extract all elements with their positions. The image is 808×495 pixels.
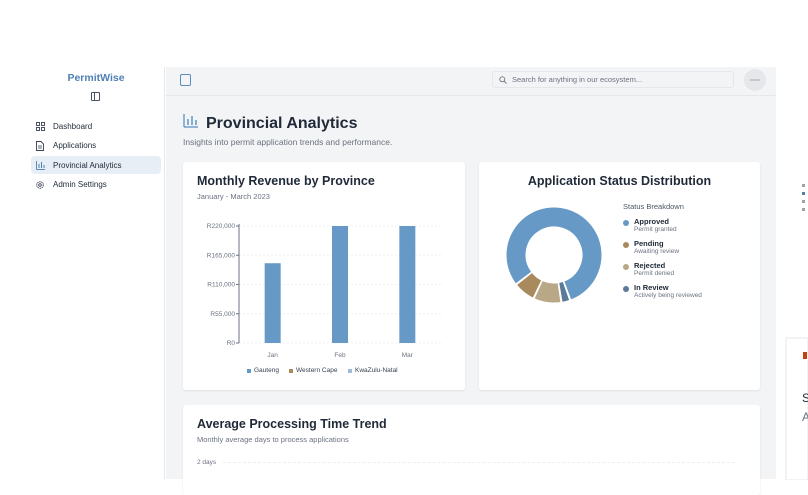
app-window: PermitWise Dashboard Applications Provin… xyxy=(0,67,808,495)
brand-logo[interactable]: PermitWise xyxy=(0,72,192,84)
status-desc: Permit granted xyxy=(634,226,677,233)
svg-text:S: S xyxy=(802,391,808,405)
y-tick-label: R0 xyxy=(227,340,236,347)
legend-swatch xyxy=(348,368,352,373)
status-label: Rejected xyxy=(634,261,666,270)
legend-label: Western Cape xyxy=(296,367,338,374)
sidebar-nav: Dashboard Applications Provincial Analyt… xyxy=(31,117,161,195)
status-dot xyxy=(623,220,629,226)
legend-label: Gauteng xyxy=(254,367,279,374)
bar xyxy=(332,226,348,343)
y-tick-label: R55,000 xyxy=(210,311,235,318)
status-item-pending: Pending Awaiting review xyxy=(623,239,702,255)
status-label: Approved xyxy=(634,217,670,226)
page-heading: Provincial Analytics xyxy=(206,114,358,132)
trend-gridline xyxy=(223,462,735,463)
status-dot xyxy=(623,264,629,270)
y-tick-label: R220,000 xyxy=(207,223,236,230)
offscreen-panel-edge: S A xyxy=(784,160,808,481)
status-breakdown-title: Status Breakdown xyxy=(623,202,684,211)
status-dot xyxy=(623,242,629,248)
status-breakdown: Status Breakdown Approved Permit granted… xyxy=(623,202,702,305)
legend-swatch xyxy=(247,368,251,373)
status-desc: Permit denied xyxy=(634,270,675,277)
gear-icon xyxy=(35,180,45,190)
svg-text:A: A xyxy=(802,410,808,424)
x-tick-label: Jan xyxy=(267,352,278,359)
sidebar-item-label: Provincial Analytics xyxy=(53,160,122,170)
trend-card-title: Average Processing Time Trend xyxy=(197,417,387,431)
search-icon xyxy=(499,71,507,89)
bar-chart-icon xyxy=(183,114,198,133)
sidebar-item-dashboard[interactable]: Dashboard xyxy=(31,117,161,135)
document-icon xyxy=(35,140,45,151)
revenue-card-subtitle: January - March 2023 xyxy=(197,192,270,201)
sidebar-item-label: Dashboard xyxy=(53,121,93,131)
status-card: Application Status Distribution Status B… xyxy=(479,162,760,390)
status-card-title: Application Status Distribution xyxy=(527,174,712,188)
grid-icon xyxy=(35,121,45,131)
status-item-approved: Approved Permit granted xyxy=(623,217,702,233)
sidebar-item-label: Admin Settings xyxy=(53,180,107,189)
search-box[interactable] xyxy=(492,71,734,88)
x-tick-label: Feb xyxy=(334,352,346,359)
trend-card-subtitle: Monthly average days to process applicat… xyxy=(197,435,349,444)
status-desc: Actively being reviewed xyxy=(634,292,702,299)
avatar[interactable] xyxy=(744,69,766,91)
trend-y-tick: 2 days xyxy=(197,459,217,466)
sidebar: PermitWise Dashboard Applications Provin… xyxy=(0,67,165,479)
sidebar-item-applications[interactable]: Applications xyxy=(31,137,161,155)
revenue-card-title: Monthly Revenue by Province xyxy=(197,174,375,188)
bar xyxy=(399,226,416,343)
status-label: Pending xyxy=(634,239,664,248)
bar xyxy=(264,263,281,343)
status-label: In Review xyxy=(634,283,669,292)
page-title: Provincial Analytics xyxy=(183,114,357,133)
status-dot xyxy=(623,286,629,292)
x-tick-label: Mar xyxy=(402,352,414,359)
sidebar-item-admin-settings[interactable]: Admin Settings xyxy=(31,176,161,194)
revenue-card: Monthly Revenue by Province January - Ma… xyxy=(183,162,465,390)
trend-card: Average Processing Time Trend Monthly av… xyxy=(183,405,760,495)
y-tick-label: R165,000 xyxy=(207,252,236,259)
bar-chart-icon xyxy=(35,160,45,170)
status-donut-chart xyxy=(505,206,603,304)
status-item-in-review: In Review Actively being reviewed xyxy=(623,283,702,299)
sidebar-item-label: Applications xyxy=(53,141,97,150)
main-content: Provincial Analytics Insights into permi… xyxy=(166,67,776,495)
legend-swatch xyxy=(289,368,293,373)
building-icon[interactable] xyxy=(180,74,191,86)
y-tick-label: R110,000 xyxy=(207,282,235,289)
sidebar-toggle-icon[interactable] xyxy=(91,92,100,101)
search-input[interactable] xyxy=(512,75,722,84)
revenue-bar-chart: R0 R55,000 R110,000 R165,000 R220,000 Jan Feb M… xyxy=(207,223,441,359)
topbar xyxy=(166,67,776,96)
legend-label: KwaZulu-Natal xyxy=(355,367,398,374)
page-subtitle: Insights into permit application trends … xyxy=(183,137,393,147)
legend-item[interactable]: KwaZulu-Natal xyxy=(348,367,398,374)
status-desc: Awaiting review xyxy=(634,248,680,255)
sidebar-item-provincial-analytics[interactable]: Provincial Analytics xyxy=(31,156,161,174)
legend-item[interactable]: Western Cape xyxy=(289,367,337,374)
status-item-rejected: Rejected Permit denied xyxy=(623,261,702,277)
legend-item[interactable]: Gauteng xyxy=(247,367,279,374)
